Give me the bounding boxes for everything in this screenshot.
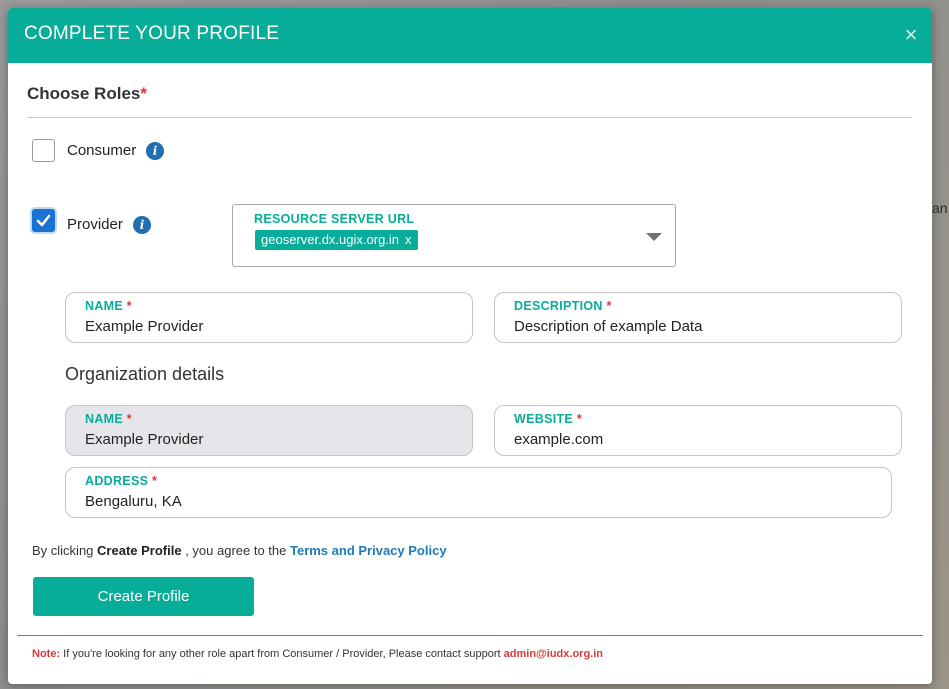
footer-note: Note: If you're looking for any other ro… [32,648,603,660]
footer-divider [17,635,923,636]
provider-checkbox[interactable] [32,209,55,232]
terms-link[interactable]: Terms and Privacy Policy [290,543,447,558]
modal-header: COMPLETE YOUR PROFILE × [8,8,932,63]
description-label: DESCRIPTION * [514,299,612,313]
provider-name-input[interactable]: Example Provider [85,318,203,335]
address-input[interactable]: Bengaluru, KA [85,493,182,510]
agreement-action: Create Profile [97,543,182,558]
modal-title: COMPLETE YOUR PROFILE [24,23,280,44]
resource-server-label: RESOURCE SERVER URL [254,212,415,226]
provider-label: Provider [67,216,123,233]
description-field[interactable]: DESCRIPTION * Description of example Dat… [494,292,902,343]
chip-remove-icon[interactable]: x [405,232,412,247]
provider-info-icon[interactable]: i [133,216,151,234]
website-input[interactable]: example.com [514,431,603,448]
consumer-label: Consumer [67,142,137,159]
agreement-text: By clicking Create Profile , you agree t… [32,543,447,558]
choose-roles-heading: Choose Roles* [27,84,147,104]
consumer-info-icon[interactable]: i [146,142,164,160]
support-email-link[interactable]: admin@iudx.org.in [504,648,603,660]
section-divider [27,117,912,118]
close-icon[interactable]: × [900,24,922,46]
org-name-field: NAME * Example Provider [65,405,473,456]
background-text: an [932,200,948,216]
org-name-input: Example Provider [85,431,204,448]
chevron-down-icon[interactable] [646,233,662,241]
description-input[interactable]: Description of example Data [514,318,702,335]
provider-name-field[interactable]: NAME * Example Provider [65,292,473,343]
selected-server-chip: geoserver.dx.ugix.org.in x [255,230,418,250]
provider-name-label: NAME * [85,299,132,313]
required-mark: * [140,84,147,103]
create-profile-button[interactable]: Create Profile [33,577,254,616]
resource-server-select[interactable]: RESOURCE SERVER URL geoserver.dx.ugix.or… [232,204,676,267]
note-label: Note: [32,648,61,660]
choose-roles-label: Choose Roles [27,84,141,103]
organization-details-heading: Organization details [65,364,225,384]
website-field[interactable]: WEBSITE * example.com [494,405,902,456]
address-field[interactable]: ADDRESS * Bengaluru, KA [65,467,892,518]
org-name-label: NAME * [85,412,132,426]
complete-profile-modal: COMPLETE YOUR PROFILE × Choose Roles* Co… [8,8,932,684]
checkmark-icon [36,214,51,227]
chip-text: geoserver.dx.ugix.org.in [261,232,400,247]
address-label: ADDRESS * [85,474,158,488]
website-label: WEBSITE * [514,412,582,426]
consumer-checkbox[interactable] [32,139,55,162]
